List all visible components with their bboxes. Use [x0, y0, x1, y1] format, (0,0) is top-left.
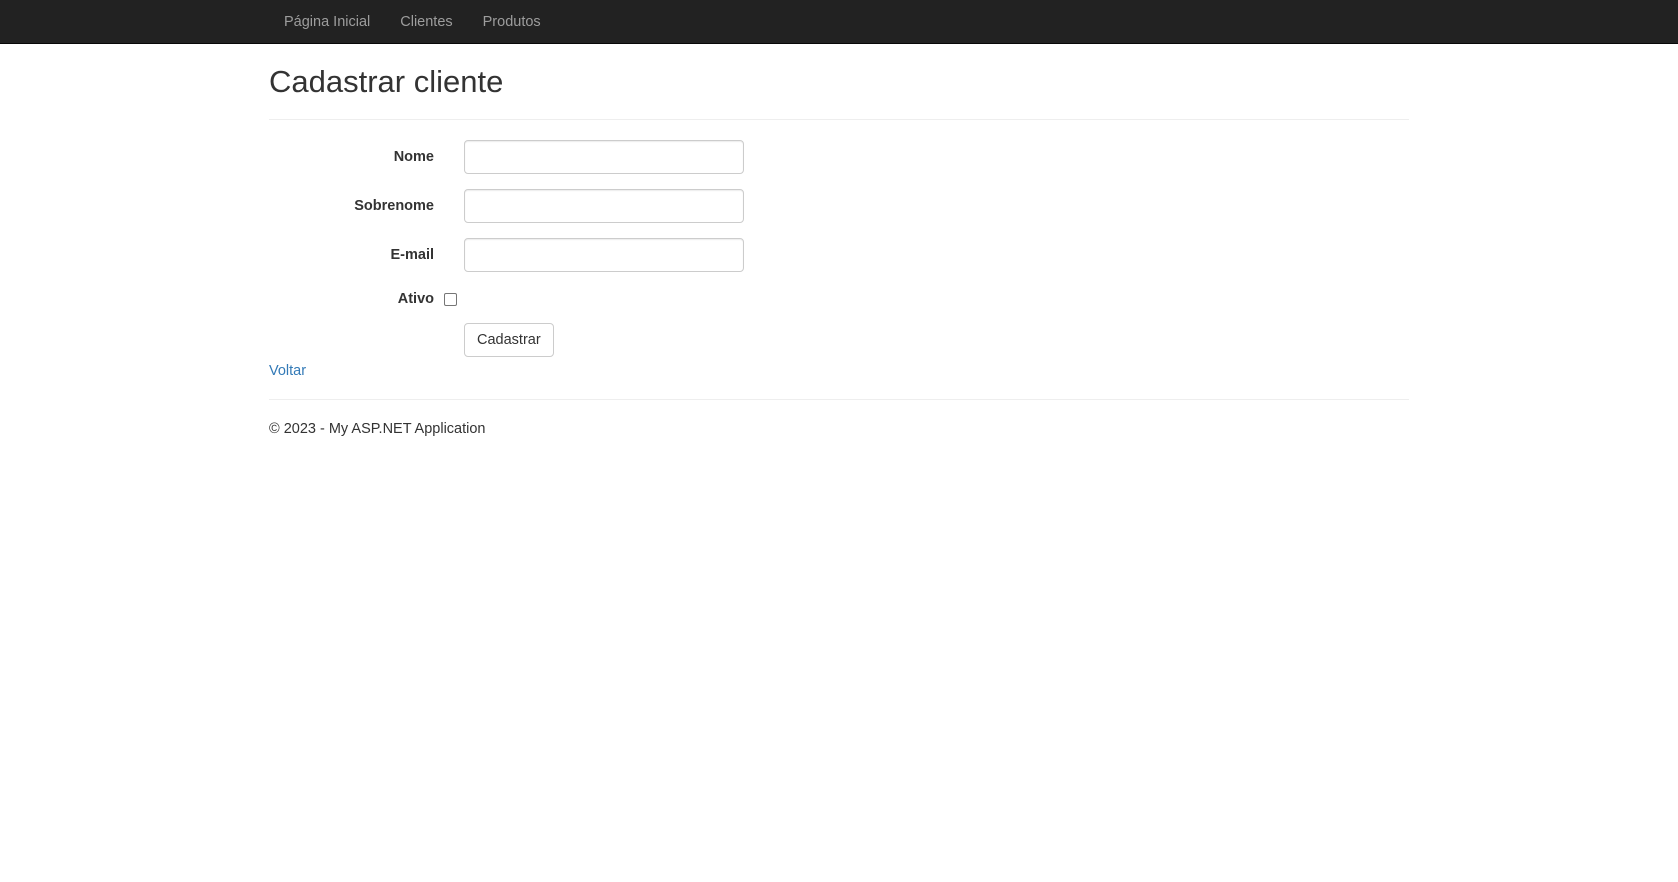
nav-item-clientes[interactable]: Clientes	[385, 3, 467, 41]
nome-input[interactable]	[464, 140, 744, 174]
nav-item-produtos[interactable]: Produtos	[468, 3, 556, 41]
ativo-label: Ativo	[397, 291, 434, 307]
cadastrar-button[interactable]: Cadastrar	[464, 323, 554, 357]
footer-divider	[269, 399, 1409, 400]
form-row-submit: Cadastrar	[269, 323, 1409, 357]
title-divider	[269, 119, 1409, 120]
ativo-checkbox[interactable]	[444, 292, 457, 306]
email-input[interactable]	[464, 238, 744, 272]
email-label: E-mail	[390, 247, 434, 263]
voltar-link[interactable]: Voltar	[269, 363, 306, 379]
form-row-email: E-mail	[269, 238, 1409, 272]
sobrenome-input[interactable]	[464, 189, 744, 223]
form-row-nome: Nome	[269, 140, 1409, 174]
nav-menu: Página Inicial Clientes Produtos	[269, 0, 1409, 43]
sobrenome-label: Sobrenome	[354, 198, 434, 214]
footer-copyright: © 2023 - My ASP.NET Application	[269, 421, 486, 437]
main-container: Cadastrar cliente Nome Sobrenome E-mail …	[269, 63, 1409, 437]
form-row-sobrenome: Sobrenome	[269, 189, 1409, 223]
page-title: Cadastrar cliente	[269, 64, 504, 99]
form-row-ativo: Ativo	[269, 289, 1409, 309]
nome-label: Nome	[393, 149, 434, 165]
nav-item-pagina-inicial[interactable]: Página Inicial	[269, 3, 385, 41]
customer-form: Nome Sobrenome E-mail Ativo Cadastrar	[269, 140, 1409, 357]
top-navbar: Página Inicial Clientes Produtos	[0, 0, 1678, 44]
